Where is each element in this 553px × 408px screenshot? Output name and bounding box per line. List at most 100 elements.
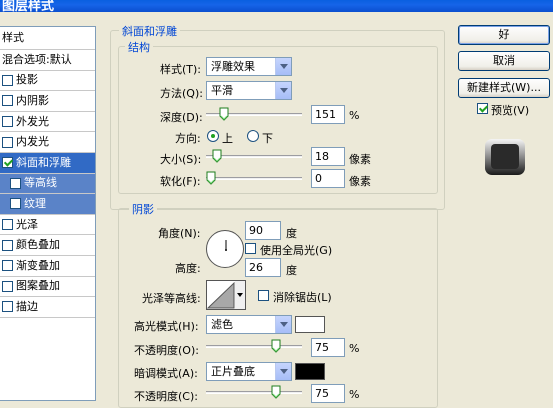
style-item-3[interactable]: 内发光 — [0, 132, 95, 153]
style-select[interactable]: 浮雕效果 — [206, 57, 292, 76]
style-item-4[interactable]: 斜面和浮雕 — [0, 152, 95, 174]
style-item-1[interactable]: 内阴影 — [0, 91, 95, 112]
direction-up-label[interactable]: 上 — [222, 130, 233, 146]
direction-down-label[interactable]: 下 — [262, 130, 273, 146]
style-item-checkbox[interactable] — [2, 136, 13, 148]
soften-label: 软化(F): — [160, 175, 201, 188]
shadow-opacity-unit: % — [349, 388, 360, 401]
chevron-down-icon — [275, 82, 291, 99]
slider-thumb-icon — [219, 107, 229, 121]
style-item-11[interactable]: 描边 — [0, 297, 95, 318]
preview-thumbnail — [480, 134, 530, 180]
style-item-0[interactable]: 投影 — [0, 71, 95, 92]
technique-select-value: 平滑 — [211, 84, 233, 97]
new-style-button[interactable]: 新建样式(W)... — [458, 78, 550, 98]
highlight-color-swatch[interactable] — [295, 316, 325, 333]
altitude-input[interactable]: 26 — [245, 258, 281, 277]
ok-button[interactable]: 好 — [458, 25, 550, 45]
depth-slider-thumb[interactable] — [219, 107, 229, 121]
depth-input[interactable]: 151 — [311, 105, 345, 124]
slider-thumb-icon — [212, 149, 222, 163]
style-item-checkbox[interactable] — [2, 116, 13, 128]
angle-label: 角度(N): — [158, 227, 201, 240]
direction-down-radio[interactable] — [247, 130, 259, 142]
style-item-checkbox[interactable] — [2, 95, 13, 107]
style-item-7[interactable]: 光泽 — [0, 215, 95, 236]
soften-slider-thumb[interactable] — [206, 171, 216, 185]
style-item-label: 等高线 — [24, 176, 57, 190]
technique-select[interactable]: 平滑 — [206, 81, 292, 100]
shadow-color-swatch[interactable] — [295, 363, 325, 380]
shadow-mode-value: 正片叠底 — [211, 365, 255, 378]
cancel-button[interactable]: 取消 — [458, 51, 550, 71]
blend-options-item[interactable]: 混合选项:默认 — [0, 50, 95, 71]
style-label: 样式(T): — [160, 63, 202, 76]
title-bar: 图层样式 — [0, 0, 553, 14]
style-item-label: 外发光 — [16, 114, 49, 128]
angle-input[interactable]: 90 — [245, 221, 281, 240]
preview-swatch-icon — [485, 139, 525, 175]
gloss-contour-picker[interactable] — [206, 280, 246, 310]
style-item-5[interactable]: 等高线 — [0, 173, 95, 195]
highlight-opacity-label: 不透明度(O): — [134, 344, 199, 357]
styles-list: 样式 混合选项:默认 投影内阴影外发光内发光斜面和浮雕等高线纹理光泽颜色叠加渐变… — [0, 26, 96, 401]
style-select-value: 浮雕效果 — [211, 60, 255, 73]
style-item-8[interactable]: 颜色叠加 — [0, 235, 95, 256]
style-item-checkbox[interactable] — [2, 239, 13, 251]
structure-title: 结构 — [125, 39, 153, 55]
bevel-emboss-title: 斜面和浮雕 — [119, 23, 180, 39]
style-item-label: 颜色叠加 — [16, 238, 60, 252]
soften-unit: 像素 — [349, 175, 371, 188]
shadow-opacity-input[interactable]: 75 — [311, 384, 345, 403]
style-item-checkbox[interactable] — [2, 74, 13, 86]
direction-label: 方向: — [175, 132, 201, 145]
style-item-checkbox[interactable] — [2, 219, 13, 231]
highlight-opacity-slider-track[interactable] — [206, 345, 302, 348]
global-light-checkbox[interactable] — [245, 243, 256, 254]
antialias-label[interactable]: 消除锯齿(L) — [273, 289, 332, 305]
style-item-label: 光泽 — [16, 217, 38, 231]
size-input[interactable]: 18 — [311, 147, 345, 166]
style-item-label: 内发光 — [16, 135, 49, 149]
slider-thumb-icon — [206, 171, 216, 185]
highlight-mode-select[interactable]: 滤色 — [206, 315, 292, 334]
size-slider-thumb[interactable] — [212, 149, 222, 163]
style-item-checkbox[interactable] — [2, 260, 13, 272]
shadow-opacity-label: 不透明度(C): — [134, 390, 198, 403]
highlight-opacity-unit: % — [349, 342, 360, 355]
style-item-label: 渐变叠加 — [16, 258, 60, 272]
technique-label: 方法(Q): — [160, 87, 203, 100]
highlight-opacity-slider-thumb[interactable] — [271, 339, 281, 353]
antialias-checkbox[interactable] — [258, 290, 269, 301]
direction-up-radio[interactable] — [207, 130, 219, 142]
highlight-opacity-input[interactable]: 75 — [311, 338, 345, 357]
chevron-down-icon — [275, 316, 291, 333]
preview-label[interactable]: 预览(V) — [491, 102, 529, 118]
style-item-9[interactable]: 渐变叠加 — [0, 256, 95, 277]
style-item-checkbox[interactable] — [2, 280, 13, 292]
global-light-label[interactable]: 使用全局光(G) — [260, 242, 332, 258]
shadow-opacity-slider-track[interactable] — [206, 391, 302, 394]
style-item-checkbox[interactable] — [2, 301, 13, 313]
style-item-label: 投影 — [16, 73, 38, 87]
shadow-mode-select[interactable]: 正片叠底 — [206, 362, 292, 381]
preview-checkbox[interactable] — [477, 103, 488, 114]
soften-input[interactable]: 0 — [311, 169, 345, 188]
style-item-6[interactable]: 纹理 — [0, 194, 95, 215]
style-item-label: 描边 — [16, 299, 38, 313]
style-item-2[interactable]: 外发光 — [0, 112, 95, 133]
shadow-opacity-slider-thumb[interactable] — [271, 385, 281, 399]
style-item-label: 内阴影 — [16, 93, 49, 107]
soften-slider-track[interactable] — [206, 177, 302, 180]
slider-thumb-icon — [271, 339, 280, 353]
style-item-checkbox[interactable] — [10, 198, 21, 210]
styles-list-header[interactable]: 样式 — [0, 27, 95, 50]
style-item-10[interactable]: 图案叠加 — [0, 277, 95, 298]
angle-dial[interactable] — [206, 230, 244, 268]
style-item-checkbox[interactable] — [2, 157, 13, 169]
size-label: 大小(S): — [160, 153, 202, 166]
depth-unit: % — [349, 109, 360, 122]
style-item-label: 斜面和浮雕 — [16, 155, 71, 169]
chevron-down-icon — [275, 363, 291, 380]
style-item-checkbox[interactable] — [10, 177, 21, 189]
